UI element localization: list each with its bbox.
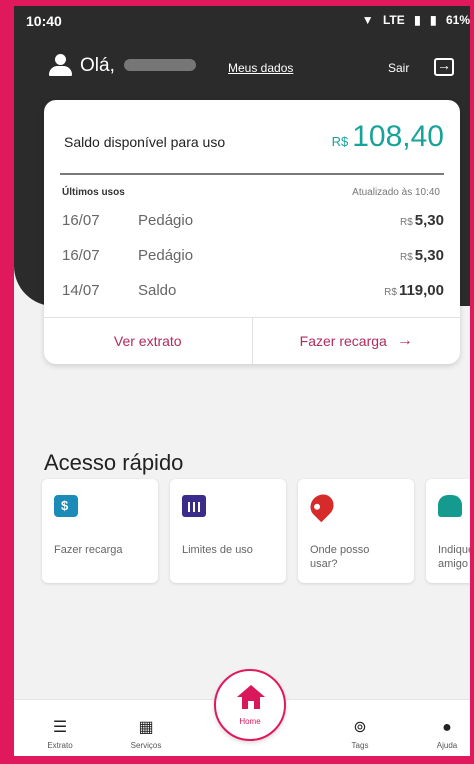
usage-row: 16/07 Pedágio R$ 5,30 — [62, 212, 444, 234]
user-icon — [48, 54, 74, 76]
signal-icon: ▮ — [414, 13, 421, 27]
quick-access-invite[interactable]: Indique amigo — [426, 479, 474, 583]
nav-tags[interactable]: ⊚ Tags — [330, 719, 390, 750]
view-statement-label: Ver extrato — [113, 333, 182, 349]
nav-label: Tags — [351, 741, 369, 750]
balance-value: 108,40 — [352, 120, 444, 153]
invite-friend-icon — [438, 495, 462, 517]
recharge-label: Fazer recarga — [299, 333, 387, 349]
quick-access-where-to-use[interactable]: Onde posso usar? — [298, 479, 414, 583]
usage-currency: R$ — [400, 217, 413, 228]
help-icon: ● — [442, 719, 452, 736]
balance-currency: R$ — [331, 134, 349, 149]
recharge-icon — [54, 495, 78, 517]
nav-label: Ajuda — [436, 741, 458, 750]
recharge-button[interactable]: Fazer recarga → — [251, 318, 461, 364]
balance-card: Saldo disponível para uso R$ 108,40 Últim… — [44, 100, 460, 364]
arrow-right-icon: → — [396, 332, 413, 349]
quick-access-title: Acesso rápido — [44, 450, 184, 475]
nav-label: Extrato — [47, 741, 73, 750]
usage-value: 5,30 — [414, 247, 444, 264]
usage-amount: R$ 119,00 — [384, 282, 444, 299]
nav-statement[interactable]: ☰ Extrato — [30, 719, 90, 750]
recent-uses-title: Últimos usos — [62, 187, 125, 198]
home-label: Home — [239, 717, 261, 726]
nav-help[interactable]: ● Ajuda — [417, 719, 470, 750]
home-button[interactable]: Home — [214, 669, 286, 741]
antenna-icon: ⊚ — [353, 719, 367, 736]
location-pin-icon — [305, 489, 339, 523]
usage-row: 14/07 Saldo R$ 119,00 — [62, 282, 444, 304]
nav-label: Serviços — [130, 741, 162, 750]
usage-currency: R$ — [400, 252, 413, 263]
quick-access-limits[interactable]: Limites de uso — [170, 479, 286, 583]
usage-row: 16/07 Pedágio R$ 5,30 — [62, 247, 444, 269]
battery-label: 61% — [445, 13, 470, 27]
usage-date: 16/07 — [62, 247, 100, 264]
usage-desc: Pedágio — [138, 247, 194, 264]
quick-access-recharge[interactable]: Fazer recarga — [42, 479, 158, 583]
nav-services[interactable]: ▦ Serviços — [116, 719, 176, 750]
updated-at: Atualizado às 10:40 — [352, 187, 440, 198]
app-frame: 10:40 ▼ LTE ▮ ▮ 61% Olá, Meus dados Sair… — [0, 0, 474, 764]
greeting-text: Olá, — [80, 55, 115, 76]
battery-icon: ▮ — [430, 13, 437, 27]
balance-amount: R$ 108,40 — [332, 120, 444, 154]
quick-access-label: Onde posso usar? — [310, 544, 370, 570]
home-icon — [237, 685, 265, 709]
network-label: LTE — [382, 13, 405, 27]
status-bar: 10:40 ▼ LTE ▮ ▮ 61% — [14, 6, 470, 36]
card-actions: Ver extrato Fazer recarga → — [44, 317, 460, 364]
list-icon: ☰ — [52, 719, 68, 736]
usage-desc: Saldo — [138, 282, 177, 299]
grid-icon: ▦ — [138, 719, 154, 736]
usage-desc: Pedágio — [138, 212, 194, 229]
status-right: ▼ LTE ▮ ▮ 61% — [356, 13, 470, 27]
usage-currency: R$ — [384, 287, 397, 298]
limits-icon — [182, 495, 206, 517]
usage-value: 119,00 — [398, 282, 444, 299]
my-data-link[interactable]: Meus dados — [228, 61, 293, 75]
quick-access-label: Limites de uso — [182, 544, 253, 556]
top-header: Olá, Meus dados Sair — [14, 46, 470, 86]
logout-label[interactable]: Sair — [388, 61, 409, 75]
usage-value: 5,30 — [414, 212, 444, 229]
balance-label: Saldo disponível para uso — [64, 134, 226, 150]
quick-access-label: Fazer recarga — [54, 544, 123, 556]
user-name-redacted — [124, 59, 196, 71]
logout-icon[interactable] — [434, 57, 454, 76]
usage-amount: R$ 5,30 — [400, 247, 444, 264]
usage-date: 14/07 — [62, 282, 100, 299]
usage-amount: R$ 5,30 — [400, 212, 444, 229]
usage-date: 16/07 — [62, 212, 100, 229]
status-time: 10:40 — [26, 13, 62, 29]
quick-access-label: Indique amigo — [438, 544, 474, 570]
divider — [60, 173, 444, 175]
view-statement-button[interactable]: Ver extrato — [44, 318, 252, 364]
wifi-icon: ▼ — [361, 13, 374, 27]
